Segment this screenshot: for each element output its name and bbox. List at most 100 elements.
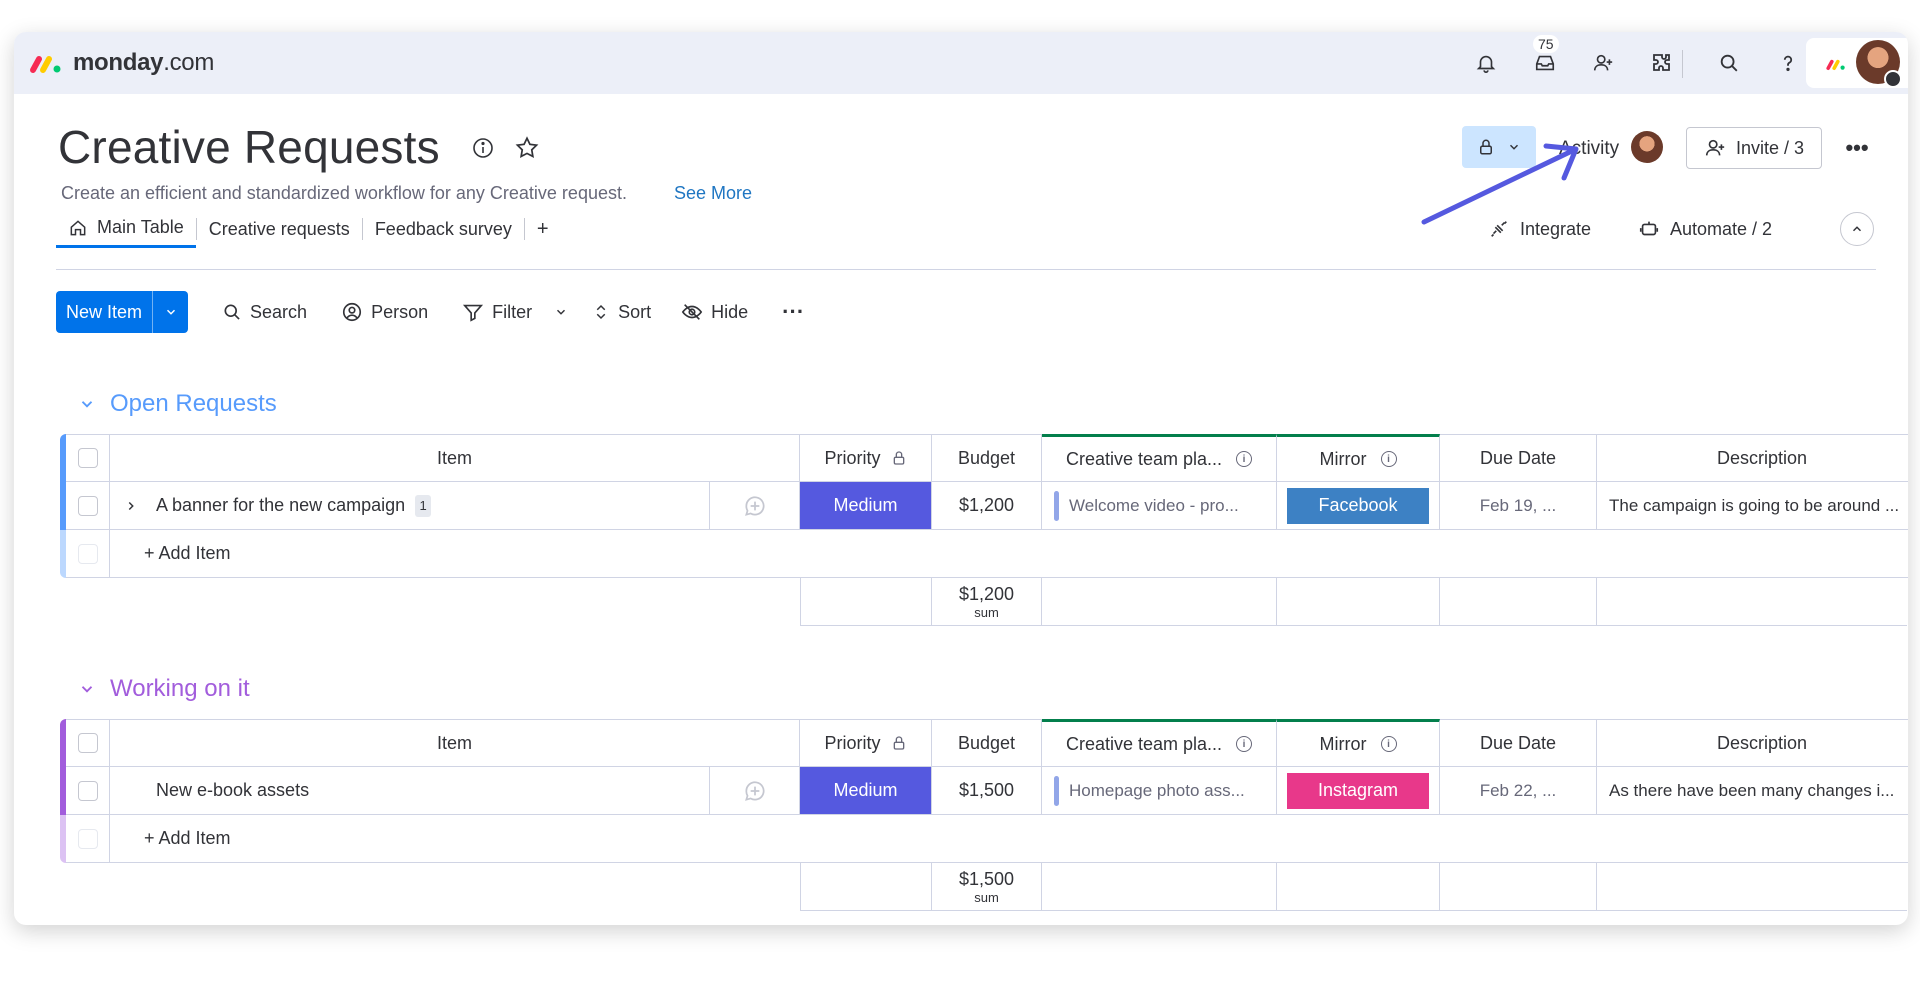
- activity-avatar[interactable]: [1631, 131, 1663, 163]
- integrate-button[interactable]: Integrate: [1488, 218, 1591, 240]
- board-more-button[interactable]: •••: [1842, 133, 1872, 163]
- mirror-cell[interactable]: Facebook: [1277, 482, 1440, 530]
- row-checkbox[interactable]: [78, 781, 98, 801]
- filter-button[interactable]: Filter: [462, 301, 568, 323]
- creative-link-cell[interactable]: Welcome video - pro...: [1042, 482, 1277, 530]
- budget-cell[interactable]: $1,500: [932, 767, 1042, 815]
- hide-button[interactable]: Hide: [681, 301, 748, 323]
- table-row[interactable]: A banner for the new campaign 1 Medium $…: [60, 482, 1908, 530]
- chevron-down-icon[interactable]: [78, 395, 96, 413]
- info-icon[interactable]: [471, 136, 495, 165]
- add-item-input[interactable]: + Add Item: [110, 815, 1908, 863]
- column-header-due-date[interactable]: Due Date: [1440, 434, 1597, 482]
- creative-link-cell[interactable]: Homepage photo ass...: [1042, 767, 1277, 815]
- link-color-bar: [1054, 491, 1059, 521]
- toolbar-more-button[interactable]: ···: [782, 299, 804, 325]
- board-toolbar: New Item Search Person Filter Sort Hide …: [56, 291, 804, 333]
- app-window: monday.com 75: [14, 32, 1908, 925]
- column-header-item[interactable]: Item: [110, 434, 800, 482]
- chevron-right-icon[interactable]: [124, 499, 138, 513]
- due-date-cell[interactable]: Feb 19, ...: [1440, 482, 1597, 530]
- mirror-cell[interactable]: Instagram: [1277, 767, 1440, 815]
- due-date-cell[interactable]: Feb 22, ...: [1440, 767, 1597, 815]
- column-header-description[interactable]: Description: [1597, 434, 1908, 482]
- priority-cell[interactable]: Medium: [800, 767, 932, 815]
- new-item-button[interactable]: New Item: [56, 291, 188, 333]
- info-icon[interactable]: i: [1236, 736, 1252, 752]
- tab-creative-requests[interactable]: Creative requests: [197, 210, 362, 248]
- column-header-mirror[interactable]: Mirror i: [1277, 434, 1440, 482]
- board-title[interactable]: Creative Requests: [58, 120, 440, 174]
- add-item-input[interactable]: + Add Item: [110, 530, 1908, 578]
- tab-main-table[interactable]: Main Table: [56, 210, 196, 248]
- summary-date-cell: [1440, 578, 1597, 626]
- row-checkbox[interactable]: [78, 496, 98, 516]
- invite-user-icon[interactable]: [1589, 49, 1617, 77]
- updates-cell[interactable]: [710, 767, 800, 815]
- column-header-item[interactable]: Item: [110, 719, 800, 767]
- summary-budget-cell[interactable]: $1,500sum: [932, 863, 1042, 911]
- product-switcher-icon[interactable]: [1822, 55, 1850, 73]
- inbox-icon[interactable]: [1531, 49, 1559, 77]
- lock-icon: [891, 449, 907, 467]
- search-button[interactable]: Search: [222, 302, 307, 323]
- item-name-cell[interactable]: New e-book assets: [110, 767, 710, 815]
- chevron-down-icon[interactable]: [78, 680, 96, 698]
- info-icon[interactable]: i: [1236, 451, 1252, 467]
- priority-cell[interactable]: Medium: [800, 482, 932, 530]
- creative-link-text[interactable]: Homepage photo ass...: [1069, 781, 1245, 801]
- sort-button[interactable]: Sort: [592, 301, 651, 323]
- invite-button[interactable]: Invite / 3: [1686, 127, 1822, 169]
- creative-link-text[interactable]: Welcome video - pro...: [1069, 496, 1239, 516]
- search-icon[interactable]: [1715, 49, 1743, 77]
- monday-logo[interactable]: monday.com: [28, 48, 214, 78]
- column-header-priority[interactable]: Priority: [800, 434, 932, 482]
- column-header-description[interactable]: Description: [1597, 719, 1908, 767]
- priority-status-label[interactable]: Medium: [800, 482, 931, 529]
- star-icon[interactable]: [514, 135, 540, 166]
- item-name-cell[interactable]: A banner for the new campaign 1: [110, 482, 710, 530]
- add-update-icon[interactable]: [742, 493, 768, 519]
- summary-row: $1,500sum: [800, 863, 1907, 911]
- group-header-open-requests[interactable]: Open Requests: [78, 390, 277, 418]
- new-item-dropdown[interactable]: [152, 291, 188, 333]
- see-more-link[interactable]: See More: [674, 183, 752, 204]
- add-update-icon[interactable]: [742, 778, 768, 804]
- column-header-due-date[interactable]: Due Date: [1440, 719, 1597, 767]
- info-icon[interactable]: i: [1381, 736, 1397, 752]
- info-icon[interactable]: i: [1381, 451, 1397, 467]
- budget-cell[interactable]: $1,200: [932, 482, 1042, 530]
- help-icon[interactable]: [1774, 49, 1802, 77]
- select-all-cell: [66, 719, 110, 767]
- group-header-working-on-it[interactable]: Working on it: [78, 675, 250, 703]
- bell-icon[interactable]: [1472, 49, 1500, 77]
- chevron-down-icon[interactable]: [554, 305, 568, 319]
- person-filter-button[interactable]: Person: [341, 301, 428, 323]
- add-row-select-cell: [66, 815, 110, 863]
- column-header-creative[interactable]: Creative team pla... i: [1042, 719, 1277, 767]
- column-header-priority[interactable]: Priority: [800, 719, 932, 767]
- item-name[interactable]: A banner for the new campaign: [156, 495, 405, 516]
- column-header-budget[interactable]: Budget: [932, 434, 1042, 482]
- description-cell[interactable]: As there have been many changes i...: [1597, 767, 1908, 815]
- select-all-checkbox[interactable]: [78, 733, 98, 753]
- summary-budget-cell[interactable]: $1,200sum: [932, 578, 1042, 626]
- column-header-mirror[interactable]: Mirror i: [1277, 719, 1440, 767]
- column-header-budget[interactable]: Budget: [932, 719, 1042, 767]
- tab-feedback-survey[interactable]: Feedback survey: [363, 210, 524, 248]
- updates-cell[interactable]: [710, 482, 800, 530]
- select-all-checkbox[interactable]: [78, 448, 98, 468]
- budget-sum-value: $1,200: [959, 585, 1014, 603]
- description-cell[interactable]: The campaign is going to be around ...: [1597, 482, 1908, 530]
- collapse-header-button[interactable]: [1840, 212, 1874, 246]
- table-row[interactable]: New e-book assets Medium $1,500 Homepage…: [60, 767, 1908, 815]
- subitems-count[interactable]: 1: [415, 495, 431, 517]
- add-view-button[interactable]: +: [525, 218, 561, 241]
- summary-description-cell: [1597, 578, 1907, 626]
- item-name[interactable]: New e-book assets: [156, 780, 309, 801]
- automate-button[interactable]: Automate / 2: [1638, 218, 1772, 240]
- apps-puzzle-icon[interactable]: [1648, 49, 1676, 77]
- invite-label: Invite / 3: [1736, 138, 1804, 159]
- column-header-creative[interactable]: Creative team pla... i: [1042, 434, 1277, 482]
- priority-status-label[interactable]: Medium: [800, 767, 931, 814]
